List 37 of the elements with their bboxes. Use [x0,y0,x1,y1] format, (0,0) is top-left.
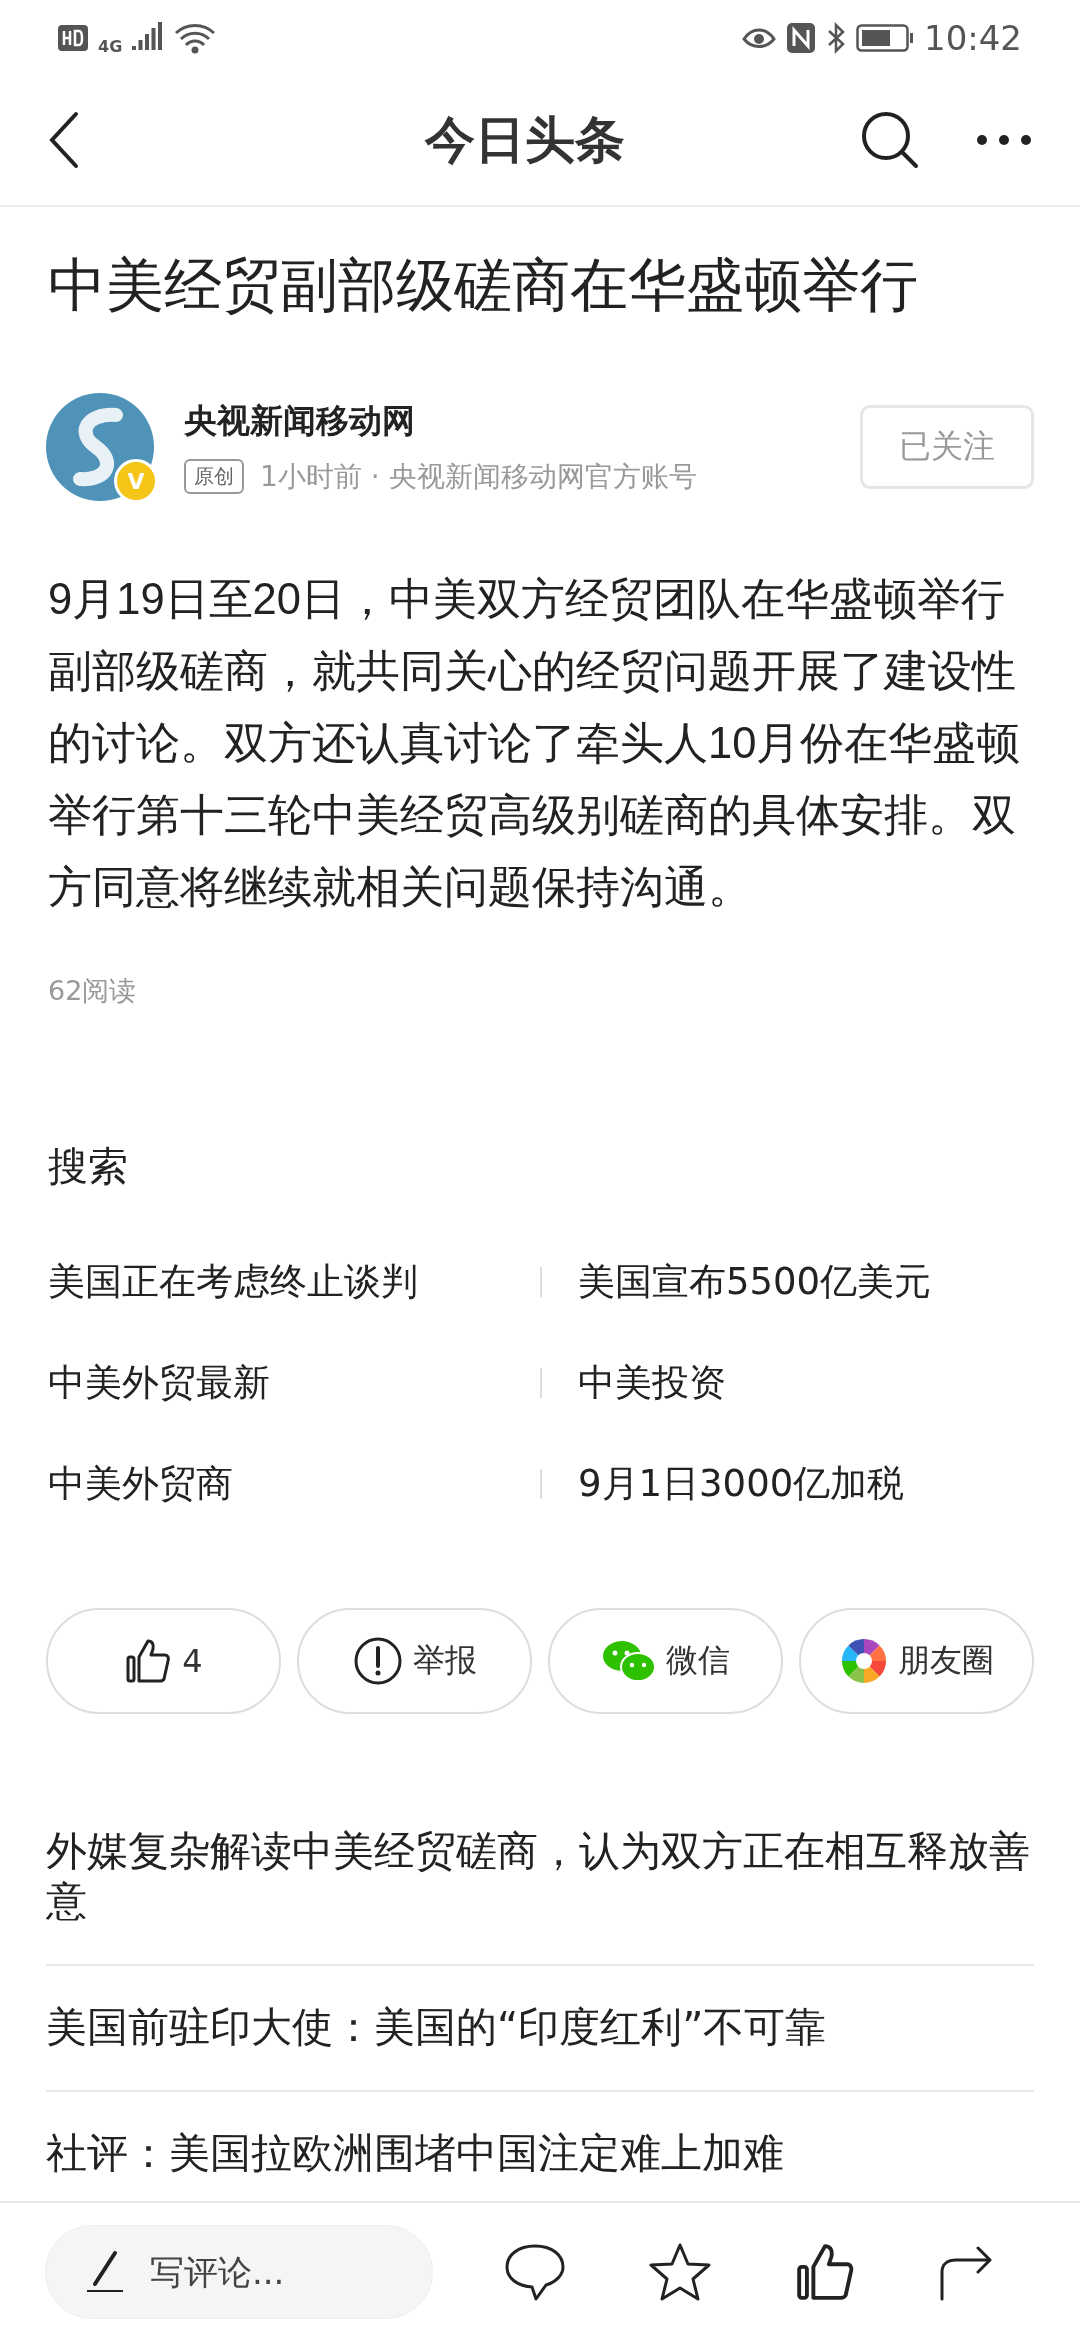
thumbs-up-icon [124,1637,173,1685]
moments-button[interactable]: 朋友圈 [799,1608,1034,1714]
bluetooth-icon [826,21,846,54]
app-title: 今日头条 [425,109,625,171]
more-icon [976,134,1032,146]
comment-field[interactable]: 写评论... [45,2224,433,2319]
search-suggestion[interactable]: 中美外贸商 [48,1433,540,1534]
search-icon [860,110,920,170]
exclamation-icon [352,1636,403,1686]
search-suggestion[interactable]: 美国宣布5500亿美元 [540,1231,1032,1332]
search-suggestion[interactable]: 中美投资 [540,1332,1032,1433]
battery-icon [856,23,914,52]
clock-time: 10:42 [924,17,1022,58]
report-button[interactable]: 举报 [297,1608,532,1714]
star-icon [648,2241,712,2302]
search-suggestion[interactable]: 中美外贸最新 [48,1332,540,1433]
read-count: 62阅读 [48,974,138,1008]
search-heading: 搜索 [48,1142,129,1191]
related-article-link[interactable]: 美国前驻印大使：美国的“印度红利”不可靠 [46,1966,1034,2092]
back-icon [48,110,80,170]
aperture-icon [839,1637,888,1685]
post-meta: 1小时前 · 央视新闻移动网官方账号 [260,458,697,495]
network-type: 4G [98,37,123,56]
hd-icon [58,24,88,51]
search-suggestion[interactable]: 美国正在考虑终止谈判 [48,1231,540,1332]
like-button[interactable]: 4 [46,1608,281,1714]
article-title: 中美经贸副部级磋商在华盛顿举行 [48,250,919,321]
related-article-link[interactable]: 外媒复杂解读中美经贸磋商，认为双方正在相互释放善意 [46,1790,1034,1966]
wechat-button[interactable]: 微信 [548,1608,783,1714]
search-suggestion[interactable]: 9月1日3000亿加税 [540,1433,1032,1534]
author-name[interactable]: 央视新闻移动网 [184,398,860,444]
pen-icon [85,2249,125,2294]
verified-badge: V [114,459,158,503]
article-body: 9月19日至20日，中美双方经贸团队在华盛顿举行副部级磋商，就共同关心的经贸问题开展了建设性的讨论。双方还认真讨论了牵头人10月份在华盛顿举行第十三轮中美经贸高级别磋商的具体安排。双方同意将继续就相关问题保持沟通。 [48,574,1022,913]
nfc-icon [786,21,816,54]
chat-bubbles-icon [601,1639,656,1683]
original-tag: 原创 [184,459,244,494]
